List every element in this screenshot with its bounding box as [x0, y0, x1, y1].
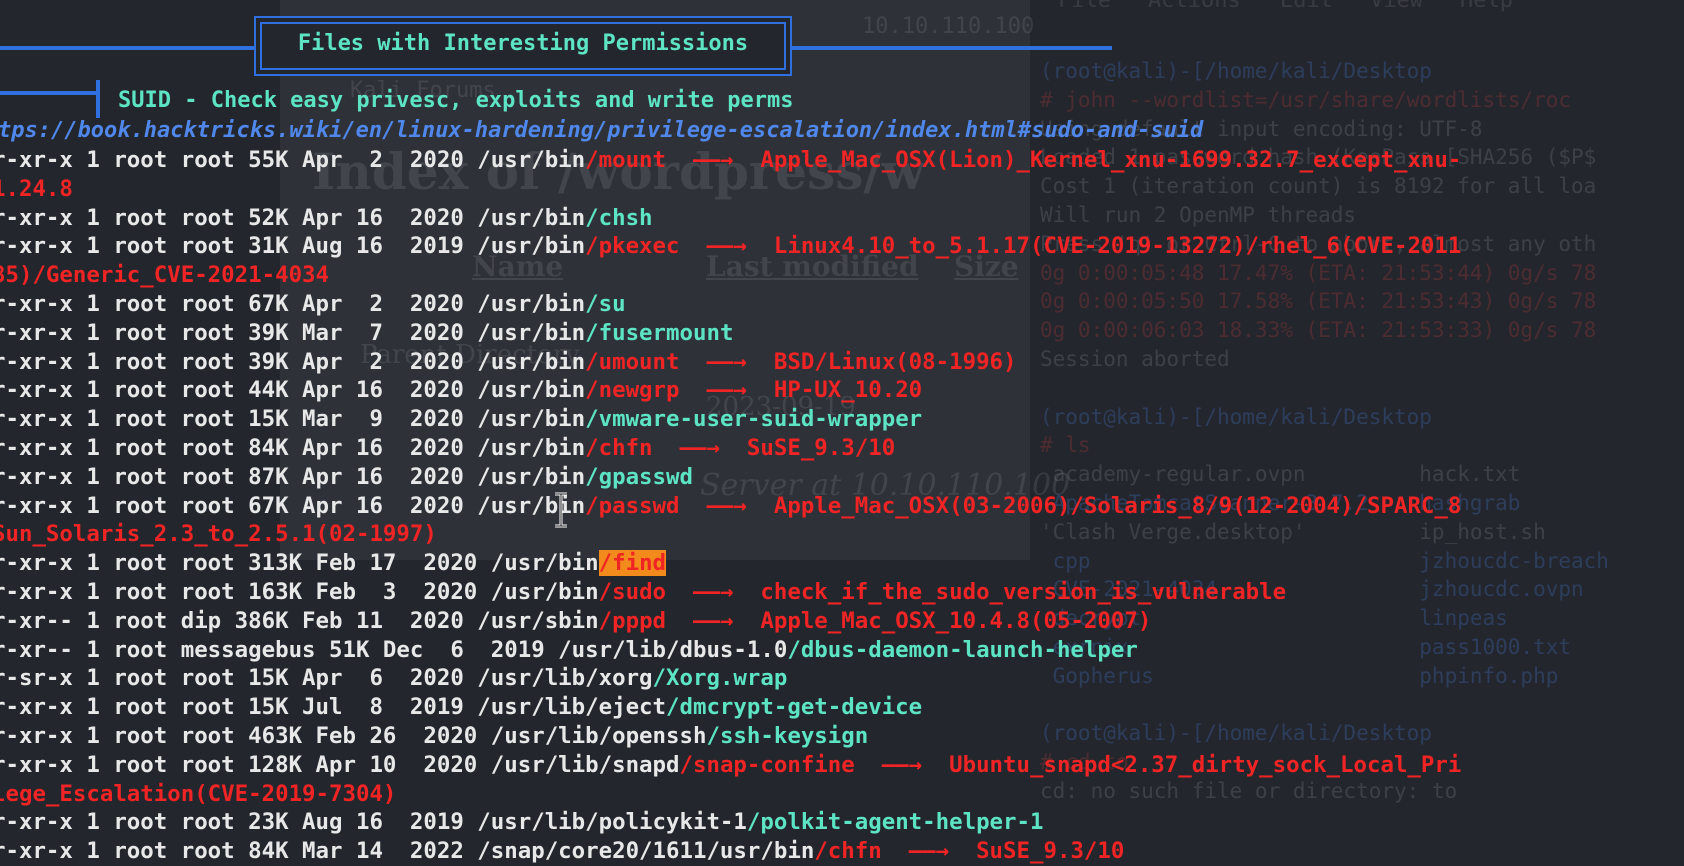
file-perms-path: r-sr-x 1 root root 15K Apr 6 2020 /usr/l… [0, 665, 653, 692]
banner-title: Files with Interesting Permissions [297, 31, 749, 56]
binary-name: /Xorg.wrap [652, 665, 788, 692]
binary-name: /chsh [585, 204, 653, 231]
suid-file-row: r-xr-x 1 root root 84K Apr 16 2020 /usr/… [0, 434, 1461, 463]
background-menu-item: File [1058, 0, 1111, 13]
file-perms-path: r-xr-x 1 root root 31K Aug 16 2019 /usr/… [0, 233, 586, 260]
file-perms-path: r-xr-x 1 root root 23K Aug 16 2019 /usr/… [0, 809, 747, 836]
vulnerable-binary-text: /chfn ——→ SuSE_9.3/10 [814, 838, 1125, 865]
file-perms-path: r-xr-x 1 root root 163K Feb 3 2020 /usr/… [0, 578, 599, 605]
suid-file-row: r-xr-x 1 root root 128K Apr 10 2020 /usr… [0, 751, 1461, 780]
vulnerable-binary-text: lege_Escalation(CVE-2019-7304) [0, 780, 397, 807]
background-menu-item: Edit [1280, 0, 1333, 13]
suid-file-row: r-sr-x 1 root root 15K Apr 6 2020 /usr/l… [0, 664, 1461, 693]
background-browser-address: 10.10.110.100 [862, 14, 1035, 39]
hacktricks-link[interactable]: tps://book.hacktricks.wiki/en/linux-hard… [0, 118, 1203, 143]
file-perms-path: r-xr-x 1 root root 44K Apr 16 2020 /usr/… [0, 377, 586, 404]
highlighted-binary: /find [598, 550, 667, 577]
suid-file-row: r-xr-x 1 root root 44K Apr 16 2020 /usr/… [0, 376, 1461, 405]
file-perms-path: r-xr-x 1 root root 463K Feb 26 2020 /usr… [0, 722, 707, 749]
suid-file-row: r-xr-x 1 root root 39K Apr 2 2020 /usr/b… [0, 348, 1461, 377]
file-perms-path: r-xr-x 1 root root 84K Mar 14 2022 /snap… [0, 838, 815, 865]
suid-file-row: r-xr-x 1 root root 463K Feb 26 2020 /usr… [0, 722, 1461, 751]
binary-name: /polkit-agent-helper-1 [746, 809, 1044, 836]
suid-file-list: r-xr-x 1 root root 55K Apr 2 2020 /usr/b… [0, 146, 1461, 866]
background-menu-item: Actions [1148, 0, 1241, 13]
file-perms-path: r-xr-x 1 root root 128K Apr 10 2020 /usr… [0, 751, 680, 778]
binary-name: /dmcrypt-get-device [666, 694, 923, 721]
suid-file-row: r-xr-x 1 root root 163K Feb 3 2020 /usr/… [0, 578, 1461, 607]
suid-file-row: r-xr-x 1 root root 55K Apr 2 2020 /usr/b… [0, 146, 1461, 175]
background-terminal-line: (root@kali)-[/home/kali/Desktop [1040, 59, 1432, 83]
suid-file-row: r-xr-x 1 root root 87K Apr 16 2020 /usr/… [0, 463, 1461, 492]
vulnerable-binary-text: /pppd ——→ Apple_Mac_OSX_10.4.8(05-2007) [598, 607, 1152, 634]
vulnerable-binary-text: /umount ——→ BSD/Linux(08-1996) [585, 348, 1017, 375]
suid-file-row: r-xr-x 1 root root 67K Apr 16 2020 /usr/… [0, 492, 1461, 521]
vulnerable-binary-text: /passwd ——→ Apple_Mac_OSX(03-2006)/Solar… [585, 492, 1462, 519]
suid-file-row: r-xr-x 1 root root 15K Mar 9 2020 /usr/b… [0, 405, 1461, 434]
suid-file-row: r-xr-x 1 root root 23K Aug 16 2019 /usr/… [0, 808, 1461, 837]
banner-box: Files with Interesting Permissions [254, 16, 792, 76]
file-perms-path: r-xr-- 1 root dip 386K Feb 11 2020 /usr/… [0, 607, 599, 634]
vulnerable-binary-text: /sudo ——→ check_if_the_sudo_version_is_v… [598, 578, 1287, 605]
vulnerable-binary-text: /pkexec ——→ Linux4.10_to_5.1.17(CVE-2019… [585, 233, 1462, 260]
file-perms-path: r-xr-x 1 root root 39K Mar 7 2020 /usr/b… [0, 319, 586, 346]
suid-file-row: lege_Escalation(CVE-2019-7304) [0, 780, 1461, 809]
binary-name: /ssh-keysign [706, 722, 869, 749]
binary-name: /fusermount [585, 319, 734, 346]
suid-file-row: r-xr-x 1 root root 52K Apr 16 2020 /usr/… [0, 204, 1461, 233]
vulnerable-binary-text: 1.24.8 [0, 175, 73, 202]
binary-name: /gpasswd [585, 463, 693, 490]
file-perms-path: r-xr-x 1 root root 55K Apr 2 2020 /usr/b… [0, 147, 586, 173]
suid-file-row: r-xr-x 1 root root 313K Feb 17 2020 /usr… [0, 549, 1461, 578]
suid-file-row: Sun_Solaris_2.3_to_2.5.1(02-1997) [0, 520, 1461, 549]
vulnerable-binary-text: /chfn ——→ SuSE_9.3/10 [585, 434, 896, 461]
file-perms-path: r-xr-x 1 root root 39K Apr 2 2020 /usr/b… [0, 348, 586, 375]
suid-file-row: r-xr-x 1 root root 39K Mar 7 2020 /usr/b… [0, 319, 1461, 348]
section-title: SUID - Check easy privesc, exploits and … [118, 88, 794, 113]
vulnerable-binary-text: 85)/Generic_CVE-2021-4034 [0, 262, 330, 289]
background-terminal-line: # john --wordlist=/usr/share/wordlists/r… [1040, 87, 1572, 112]
background-menu-item: View [1370, 0, 1423, 13]
vulnerable-binary-text: Sun_Solaris_2.3_to_2.5.1(02-1997) [0, 521, 437, 548]
suid-file-row: r-xr-- 1 root dip 386K Feb 11 2020 /usr/… [0, 607, 1461, 636]
file-perms-path: r-xr-- 1 root messagebus 51K Dec 6 2019 … [0, 636, 788, 663]
suid-file-row: r-xr-x 1 root root 31K Aug 16 2019 /usr/… [0, 232, 1461, 261]
section-rule [0, 91, 96, 95]
suid-file-row: r-xr-- 1 root messagebus 51K Dec 6 2019 … [0, 636, 1461, 665]
binary-name: /vmware-user-suid-wrapper [585, 406, 923, 433]
file-perms-path: r-xr-x 1 root root 84K Apr 16 2020 /usr/… [0, 434, 586, 461]
file-perms-path: r-xr-x 1 root root 52K Apr 16 2020 /usr/… [0, 204, 586, 231]
suid-file-row: 1.24.8 [0, 175, 1461, 204]
suid-file-row: r-xr-x 1 root root 15K Jul 8 2019 /usr/l… [0, 693, 1461, 722]
binary-name: /su [585, 290, 626, 317]
text-cursor-icon [555, 492, 567, 528]
binary-name: /dbus-daemon-launch-helper [787, 636, 1138, 663]
file-perms-path: r-xr-x 1 root root 313K Feb 17 2020 /usr… [0, 550, 599, 577]
vulnerable-binary-text: /newgrp ——→ HP-UX_10.20 [585, 377, 923, 404]
vulnerable-binary-text: /snap-confine ——→ Ubuntu_snapd<2.37_dirt… [679, 751, 1462, 778]
file-perms-path: r-xr-x 1 root root 15K Mar 9 2020 /usr/b… [0, 406, 586, 433]
background-menu-item: Help [1460, 0, 1513, 13]
file-perms-path: r-xr-x 1 root root 67K Apr 16 2020 /usr/… [0, 492, 586, 519]
file-perms-path: r-xr-x 1 root root 15K Jul 8 2019 /usr/l… [0, 694, 667, 721]
vulnerable-binary-text: /mount ——→ Apple_Mac_OSX(Lion)_Kernel_xn… [585, 147, 1462, 173]
file-perms-path: r-xr-x 1 root root 87K Apr 16 2020 /usr/… [0, 463, 586, 490]
suid-file-row: r-xr-x 1 root root 67K Apr 2 2020 /usr/b… [0, 290, 1461, 319]
section-marker [96, 80, 100, 118]
suid-file-row: 85)/Generic_CVE-2021-4034 [0, 261, 1461, 290]
file-perms-path: r-xr-x 1 root root 67K Apr 2 2020 /usr/b… [0, 290, 586, 317]
